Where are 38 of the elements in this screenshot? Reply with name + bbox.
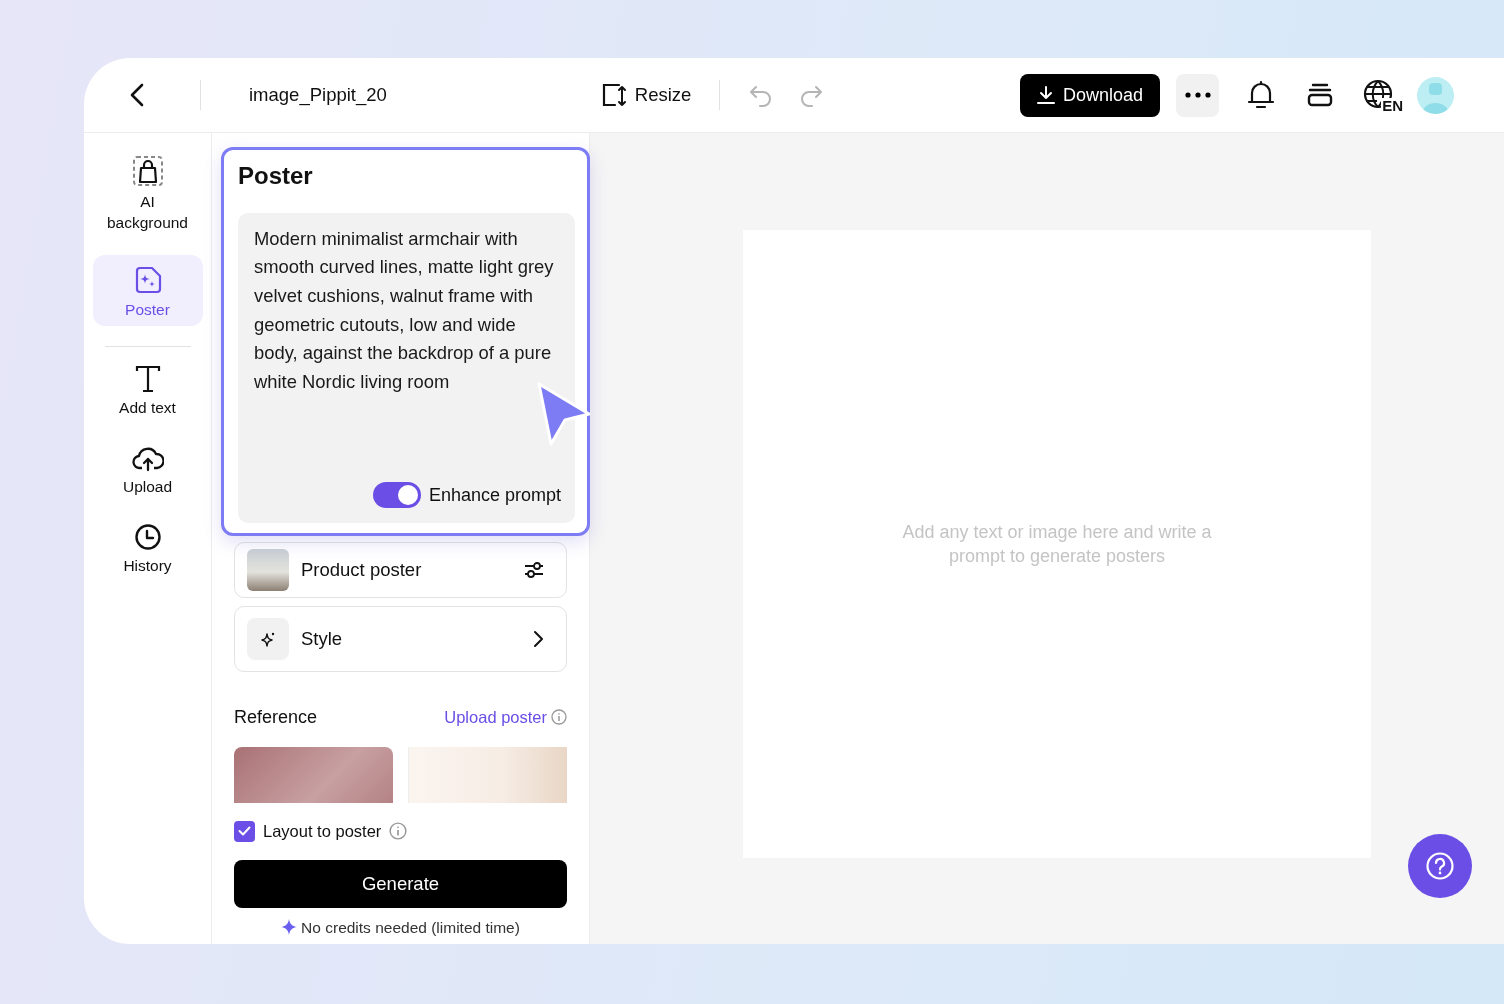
style-option[interactable]: Style [234, 605, 567, 672]
question-mark-icon [1425, 851, 1455, 881]
upload-poster-link[interactable]: Upload poster [444, 704, 547, 730]
clock-icon [133, 523, 162, 551]
more-icon[interactable] [1176, 73, 1219, 117]
shopping-bag-icon [131, 155, 164, 187]
download-button[interactable]: Download [1019, 73, 1160, 117]
product-poster-option[interactable]: Product poster [234, 541, 567, 598]
info-icon[interactable] [551, 709, 567, 726]
sparkle-icon [247, 617, 289, 660]
enhance-prompt-label: Enhance prompt [428, 483, 561, 507]
download-icon [1036, 86, 1055, 104]
reference-poster-thumbnail[interactable] [234, 746, 393, 803]
enhance-toggle[interactable] [372, 482, 421, 509]
product-photo-placeholder [247, 548, 289, 591]
info-icon[interactable] [389, 822, 408, 841]
sidebar-item[interactable]: Poster [92, 255, 203, 326]
sidebar-item[interactable]: Add text [92, 361, 203, 426]
letter-t-icon [134, 365, 161, 393]
sliders-icon[interactable] [524, 560, 544, 579]
sidebar-item[interactable]: History [92, 519, 203, 584]
sidebar-item[interactable]: AI background [92, 151, 203, 241]
checkmark-icon [238, 826, 251, 837]
generate-button[interactable]: Generate [234, 859, 567, 908]
sparkle-icon [281, 919, 298, 936]
file-title[interactable]: image_Pippit_20 [249, 81, 387, 109]
layout-checkbox[interactable] [234, 820, 255, 842]
resize-button[interactable]: Resize [596, 77, 696, 113]
canvas-hint: Add any text or image here and write a prompt to generate posters [901, 521, 1213, 568]
reference-heading: Reference [234, 705, 318, 729]
credits-note: No credits needed (limited time) [301, 917, 520, 938]
layout-to-poster-label: Layout to poster [263, 820, 382, 842]
reference-poster-thumbnail[interactable] [408, 746, 567, 803]
panel-title: Poster [238, 162, 314, 191]
chevron-right-icon [532, 629, 544, 648]
prompt-field[interactable]: Modern minimalist armchair with smooth curved lines, matte light grey velvet cushions, walnut frame with geometric cutouts, low and wide body, against the backdrop of a pure white Nordic living room Enhance prompt [238, 212, 575, 523]
sidebar-item[interactable]: Upload [92, 440, 203, 505]
resize-icon [600, 82, 627, 108]
